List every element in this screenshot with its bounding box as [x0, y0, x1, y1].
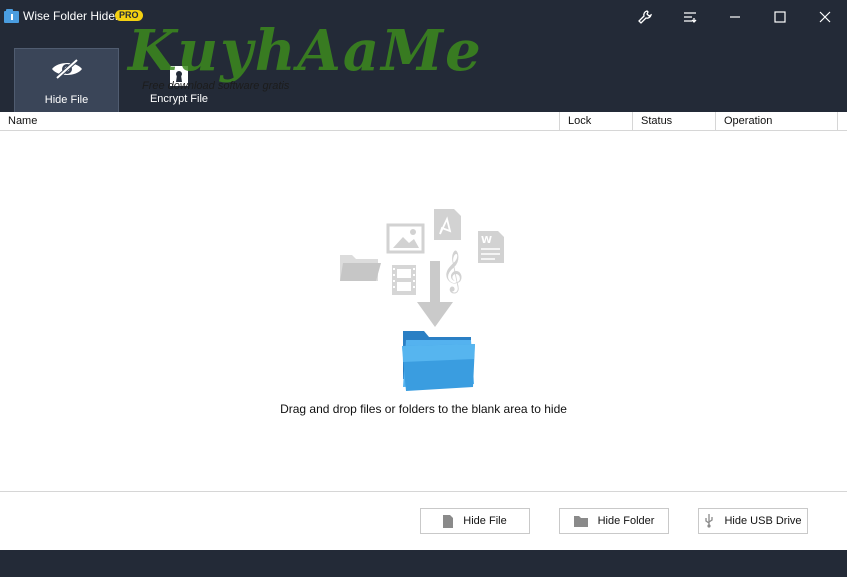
- svg-text:𝄞: 𝄞: [442, 250, 463, 293]
- column-lock[interactable]: Lock: [560, 112, 633, 131]
- pro-badge: PRO: [115, 10, 143, 21]
- status-bar: [0, 550, 847, 577]
- menu-button[interactable]: [668, 0, 712, 34]
- settings-icon: [638, 10, 652, 24]
- eye-slash-icon: [51, 59, 82, 79]
- drop-zone[interactable]: W 𝄞 Drag and drop files or folders to th…: [0, 131, 847, 491]
- close-button[interactable]: [803, 0, 847, 34]
- drop-illustration: W 𝄞: [340, 209, 504, 391]
- maximize-icon: [774, 11, 786, 23]
- hide-folder-button[interactable]: Hide Folder: [559, 508, 669, 534]
- maximize-button[interactable]: [758, 0, 802, 34]
- film-icon: [392, 265, 416, 295]
- blue-folder-icon: [402, 331, 475, 391]
- main-content: Name Lock Status Operation W 𝄞 Drag and …: [0, 112, 847, 550]
- tab-encrypt-file[interactable]: Encrypt File: [126, 48, 232, 112]
- title-bar: Wise Folder Hider PRO: [0, 0, 847, 34]
- hide-usb-drive-button-label: Hide USB Drive: [724, 515, 802, 527]
- app-title: Wise Folder Hider: [23, 9, 120, 23]
- hide-file-button-label: Hide File: [463, 515, 507, 527]
- minimize-button[interactable]: [713, 0, 757, 34]
- top-bar: Wise Folder Hider PRO Hide File Encrypt …: [0, 0, 847, 112]
- drop-zone-message: Drag and drop files or folders to the bl…: [280, 402, 567, 416]
- music-icon: 𝄞: [442, 250, 463, 293]
- close-icon: [819, 11, 831, 23]
- column-operation[interactable]: Operation: [716, 112, 838, 131]
- tab-hide-file[interactable]: Hide File: [14, 48, 119, 112]
- file-icon: [443, 514, 454, 528]
- menu-icon: [684, 12, 697, 23]
- hide-folder-button-label: Hide Folder: [597, 515, 655, 527]
- folder-icon: [340, 255, 381, 281]
- svg-text:W: W: [481, 235, 492, 246]
- column-name[interactable]: Name: [0, 112, 560, 131]
- image-icon: [386, 223, 425, 254]
- app-logo-icon: [4, 9, 19, 23]
- hide-file-button[interactable]: Hide File: [420, 508, 530, 534]
- usb-icon: [705, 514, 714, 528]
- table-header: Name Lock Status Operation: [0, 112, 847, 131]
- word-doc-icon: W: [478, 231, 504, 263]
- settings-button[interactable]: [623, 0, 667, 34]
- column-status[interactable]: Status: [633, 112, 716, 131]
- tab-hide-file-label: Hide File: [44, 94, 89, 106]
- folder-icon: [573, 515, 588, 527]
- minimize-icon: [730, 16, 740, 18]
- tab-encrypt-file-label: Encrypt File: [149, 93, 209, 105]
- hide-usb-drive-button[interactable]: Hide USB Drive: [698, 508, 808, 534]
- keyhole-icon: [170, 66, 188, 86]
- pdf-icon: [434, 209, 461, 240]
- footer-actions: Hide File Hide Folder Hide USB Drive: [0, 491, 847, 550]
